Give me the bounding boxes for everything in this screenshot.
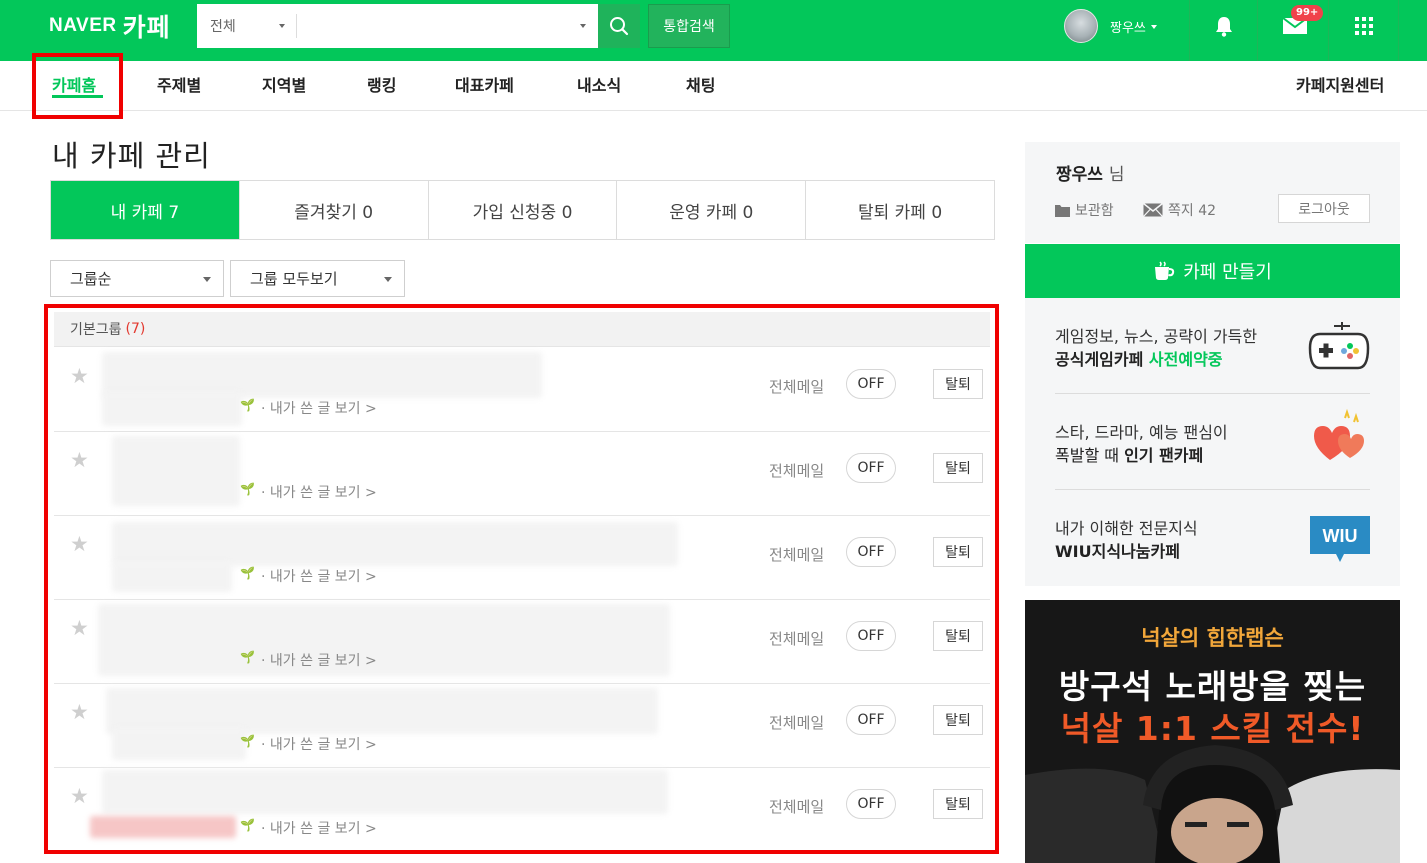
promo-line1: 게임정보, 뉴스, 공략이 가득한 (1055, 327, 1258, 346)
nav-by-region[interactable]: 지역별 (262, 61, 306, 111)
chevron-down-icon (279, 24, 285, 28)
promo-fan-cafe[interactable]: 스타, 드라마, 예능 팬심이 폭발할 때 인기 팬카페 (1055, 394, 1370, 490)
profile-user-name: 짱우쓰 (1056, 165, 1103, 185)
promo-box: 게임정보, 뉴스, 공략이 가득한 공식게임카페 사전예약중 스타, 드라마, … (1025, 298, 1400, 586)
notes-link[interactable]: 쪽지 42 (1143, 200, 1216, 220)
nav-support-center[interactable]: 카페지원센터 (1296, 61, 1384, 111)
naver-cafe-logo[interactable]: NAVER 카페 (49, 10, 171, 42)
highlight-box-nav (32, 53, 123, 119)
search-divider (296, 14, 297, 38)
page-title: 내 카페 관리 (52, 139, 211, 173)
promo-line2-b: 사전예약중 (1148, 350, 1223, 369)
make-cafe-button[interactable]: 카페 만들기 (1025, 244, 1400, 298)
logo-cafe-text: 카페 (122, 13, 171, 42)
tab-pending-join[interactable]: 가입 신청중 0 (427, 181, 617, 239)
tab-favorites[interactable]: 즐겨찾기 0 (238, 181, 428, 239)
promo-line1: 스타, 드라마, 예능 팬심이 (1055, 423, 1228, 442)
wiu-icon: WIU (1310, 516, 1370, 562)
search-input[interactable] (301, 10, 571, 42)
total-search-button[interactable]: 통합검색 (648, 4, 730, 48)
chevron-down-icon (384, 277, 392, 282)
search-box: 전체 (197, 4, 598, 48)
chevron-down-icon (1150, 25, 1157, 29)
tab-left-cafe[interactable]: 탈퇴 카페 0 (805, 181, 994, 239)
ad-banner[interactable]: 넉살의 힙한랩슨 방구석 노래방을 찢는 넉살 1:1 스킬 전수! (1025, 600, 1400, 863)
sort-order-label: 그룹순 (70, 270, 112, 288)
notification-button[interactable] (1202, 8, 1246, 44)
saved-box-label: 보관함 (1075, 203, 1114, 219)
nav-chat[interactable]: 채팅 (686, 61, 715, 111)
folder-icon (1055, 204, 1070, 217)
saved-box-link[interactable]: 보관함 (1055, 200, 1114, 220)
user-menu[interactable]: 짱우쓰 (1064, 8, 1157, 44)
promo-wiu-cafe[interactable]: 내가 이해한 전문지식 WIU지식나눔카페 WIU (1055, 490, 1370, 586)
divider (1328, 0, 1329, 61)
search-icon (610, 17, 629, 36)
promo-line2-a: 공식게임카페 (1055, 350, 1144, 369)
profile-card: 짱우쓰 님 보관함 쪽지 42 로그아웃 (1025, 142, 1400, 243)
ad-line1: 넉살의 힙한랩슨 (1141, 626, 1284, 650)
nav-by-topic[interactable]: 주제별 (157, 61, 201, 111)
promo-line2: WIU지식나눔카페 (1055, 542, 1180, 561)
divider (1189, 0, 1190, 61)
cafe-cup-icon (1155, 261, 1175, 280)
highlight-box-cafe-list (44, 304, 999, 854)
tab-managed-cafe[interactable]: 운영 카페 0 (616, 181, 805, 239)
grid-icon (1355, 17, 1373, 35)
nav-my-news[interactable]: 내소식 (577, 61, 621, 111)
promo-line2-a: 폭발할 때 (1055, 446, 1119, 465)
promo-line2: 폭발할 때 인기 팬카페 (1055, 442, 1203, 466)
note-envelope-icon (1143, 203, 1163, 217)
promo-game-cafe[interactable]: 게임정보, 뉴스, 공략이 가득한 공식게임카페 사전예약중 (1055, 298, 1370, 394)
profile-suffix: 님 (1108, 165, 1125, 185)
wiu-icon-text: WIU (1323, 526, 1358, 546)
notes-label: 쪽지 42 (1168, 203, 1217, 219)
sort-order-dropdown[interactable]: 그룹순 (50, 260, 224, 297)
bell-icon (1216, 17, 1232, 37)
nav-bar: 카페홈 주제별 지역별 랭킹 대표카페 내소식 채팅 카페지원센터 (0, 61, 1427, 111)
user-name: 짱우쓰 (1110, 20, 1146, 36)
logout-button[interactable]: 로그아웃 (1278, 194, 1370, 223)
gamepad-icon (1308, 322, 1370, 370)
avatar (1064, 9, 1098, 43)
tab-my-cafe[interactable]: 내 카페 7 (51, 181, 239, 239)
mail-count-badge: 99+ (1291, 5, 1324, 21)
divider (1257, 0, 1258, 61)
chevron-down-icon (203, 277, 211, 282)
search-scope-label: 전체 (210, 19, 236, 35)
make-cafe-label: 카페 만들기 (1183, 262, 1272, 283)
apps-button[interactable] (1342, 8, 1386, 44)
ad-line3: 넉살 1:1 스킬 전수! (1060, 709, 1365, 748)
cafe-tabs: 내 카페 7 즐겨찾기 0 가입 신청중 0 운영 카페 0 탈퇴 카페 0 (50, 180, 995, 240)
top-bar: NAVER 카페 전체 통합검색 짱우쓰 99+ (0, 0, 1427, 61)
search-button[interactable] (598, 4, 640, 48)
promo-line2: 공식게임카페 사전예약중 (1055, 346, 1223, 370)
nav-ranking[interactable]: 랭킹 (367, 61, 396, 111)
promo-line1: 내가 이해한 전문지식 (1055, 519, 1198, 538)
logo-naver-text: NAVER (49, 15, 117, 36)
group-filter-dropdown[interactable]: 그룹 모두보기 (230, 260, 405, 297)
ad-line2: 방구석 노래방을 찢는 (1058, 667, 1367, 706)
hearts-icon (1314, 408, 1364, 460)
promo-line2-b: 인기 팬카페 (1124, 446, 1204, 465)
divider (1398, 0, 1399, 61)
profile-name: 짱우쓰 님 (1056, 160, 1125, 185)
search-history-chevron-icon[interactable] (580, 24, 586, 28)
group-filter-label: 그룹 모두보기 (250, 270, 338, 288)
search-scope-select[interactable]: 전체 (197, 4, 295, 48)
nav-featured-cafe[interactable]: 대표카페 (455, 61, 514, 111)
